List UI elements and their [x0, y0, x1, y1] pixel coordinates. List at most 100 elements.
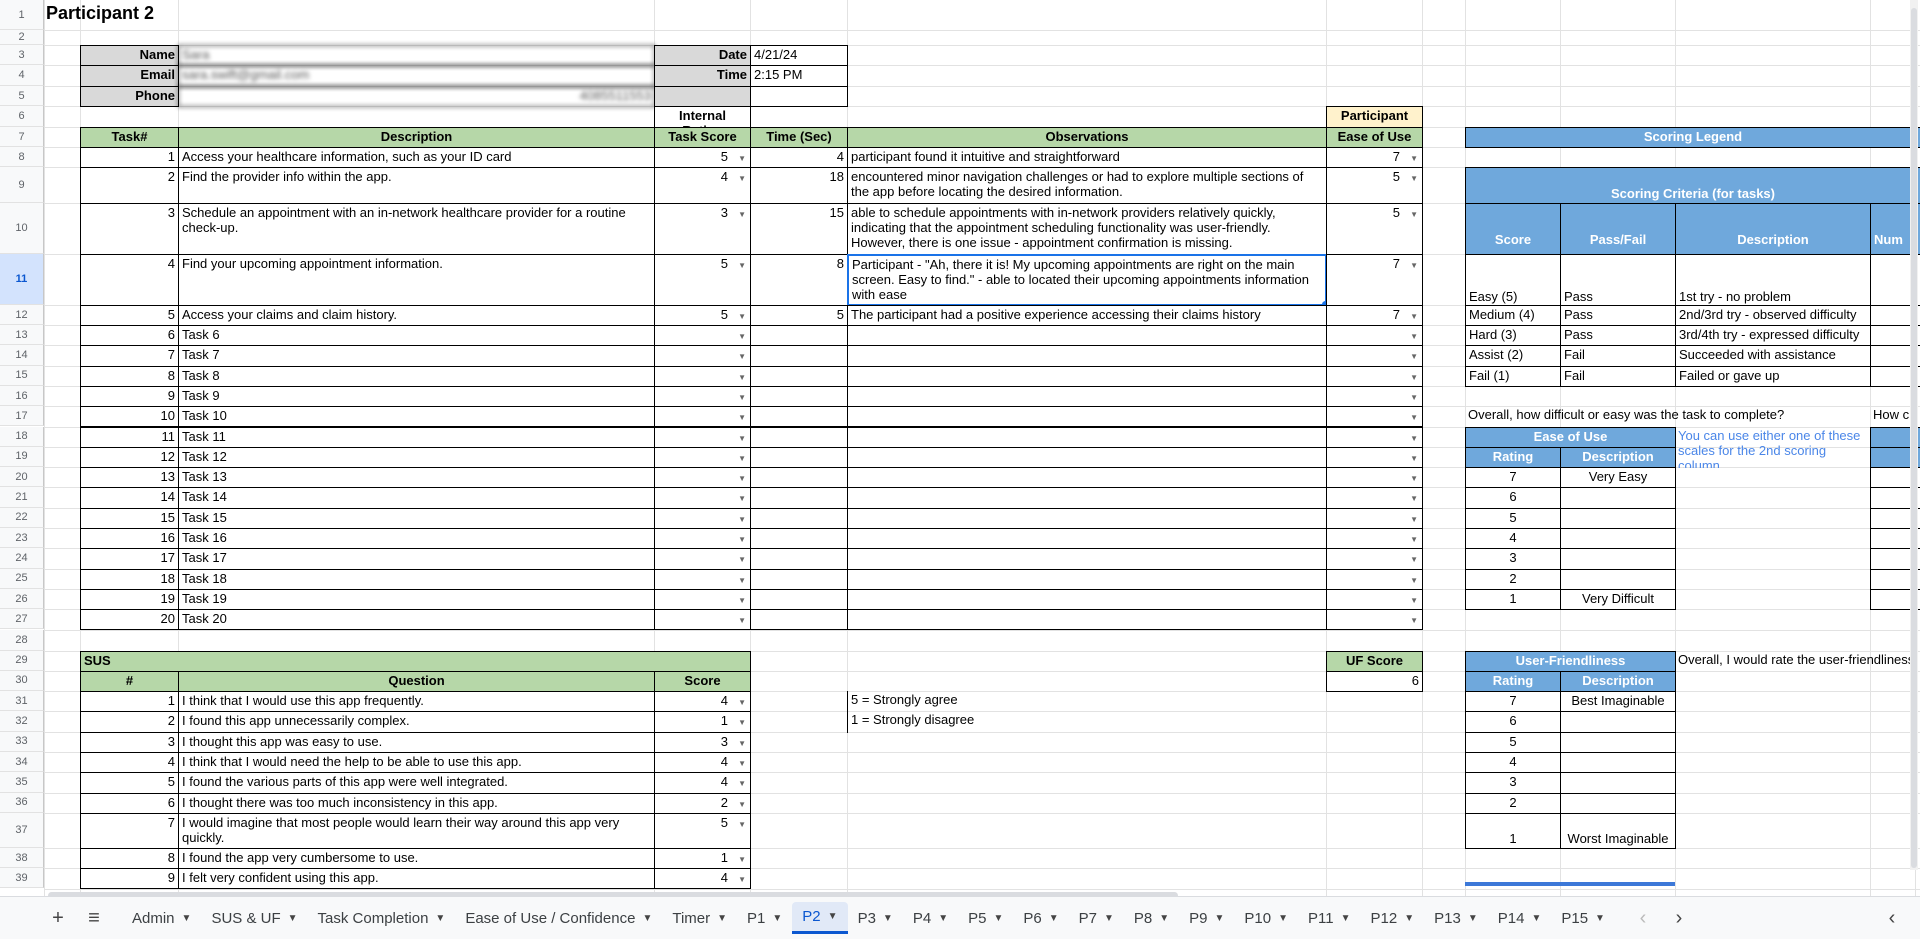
tab-menu-chevron-icon[interactable]: ▼ [938, 913, 948, 924]
row-header[interactable]: 17 [0, 406, 44, 427]
dropdown-chevron-icon[interactable]: ▼ [738, 451, 746, 466]
sheet-tab[interactable]: P6 ▼ [1013, 902, 1068, 934]
dropdown-chevron-icon[interactable]: ▼ [1410, 309, 1418, 324]
row-header[interactable]: 27 [0, 609, 44, 630]
task-observation[interactable] [847, 345, 1327, 367]
ease-score[interactable]: ▼ [1326, 568, 1423, 590]
tab-menu-chevron-icon[interactable]: ▼ [1278, 913, 1288, 924]
dropdown-chevron-icon[interactable]: ▼ [1410, 552, 1418, 567]
row-header[interactable]: 6 [0, 106, 44, 127]
dropdown-chevron-icon[interactable]: ▼ [738, 872, 746, 887]
dropdown-chevron-icon[interactable]: ▼ [738, 258, 746, 273]
row-header[interactable]: 15 [0, 365, 44, 386]
name-value[interactable]: Sara [178, 45, 655, 66]
dropdown-chevron-icon[interactable]: ▼ [1410, 171, 1418, 186]
row-header[interactable]: 3 [0, 45, 44, 65]
task-score[interactable]: ▼ [654, 446, 751, 469]
sheet-tab[interactable]: P3 ▼ [848, 902, 903, 934]
dropdown-chevron-icon[interactable]: ▼ [738, 370, 746, 385]
task-score[interactable]: ▼ [654, 528, 751, 550]
dropdown-chevron-icon[interactable]: ▼ [1410, 431, 1418, 446]
task-observation[interactable] [847, 588, 1327, 611]
tab-menu-chevron-icon[interactable]: ▼ [1595, 913, 1605, 924]
task-time[interactable] [750, 487, 848, 509]
sheet-tab[interactable]: P11 ▼ [1298, 902, 1360, 934]
collapse-sidebar-icon[interactable]: ‹ [1874, 902, 1910, 934]
row-header[interactable]: 26 [0, 588, 44, 610]
row-header[interactable]: 19 [0, 446, 44, 468]
ease-score[interactable]: ▼ [1326, 507, 1423, 529]
row-header[interactable]: 16 [0, 385, 44, 407]
task-score[interactable]: ▼ [654, 507, 751, 529]
row-header[interactable]: 33 [0, 731, 44, 752]
ease-score[interactable]: ▼ [1326, 365, 1423, 387]
task-score[interactable]: ▼ [654, 548, 751, 570]
spreadsheet-grid[interactable]: 1 2 3 4 5 6 7 8 9 10 11 12 13 14 15 16 17 18 19 20 21 22 23 24 2… [0, 0, 1920, 896]
task-score[interactable]: ▼ [654, 385, 751, 408]
row-header[interactable]: 35 [0, 772, 44, 793]
sheet-tab[interactable]: P7 ▼ [1069, 902, 1124, 934]
task-time[interactable]: 15 [750, 203, 848, 255]
dropdown-chevron-icon[interactable]: ▼ [1410, 532, 1418, 547]
task-observation[interactable] [847, 406, 1327, 428]
dropdown-chevron-icon[interactable]: ▼ [738, 207, 746, 222]
task-description[interactable]: Task 6 [178, 325, 655, 347]
task-description[interactable]: Task 10 [178, 406, 655, 428]
task-time[interactable]: 4 [750, 147, 848, 168]
ease-score[interactable]: ▼ [1326, 528, 1423, 550]
sus-score[interactable]: 4 ▼ [654, 691, 751, 713]
ease-score[interactable]: 7 ▼ [1326, 147, 1423, 168]
ease-score[interactable]: ▼ [1326, 406, 1423, 428]
sheet-tab[interactable]: Task Completion ▼ [308, 902, 456, 934]
task-score[interactable]: 5 ▼ [654, 254, 751, 306]
task-description[interactable]: Find the provider info within the app. [178, 167, 655, 204]
task-description[interactable]: Task 7 [178, 345, 655, 367]
row-header[interactable]: 24 [0, 548, 44, 569]
row-header[interactable]: 34 [0, 752, 44, 773]
sheet-tab[interactable]: SUS & UF ▼ [201, 902, 307, 934]
row-header[interactable]: 37 [0, 812, 44, 848]
ease-score[interactable]: ▼ [1326, 446, 1423, 469]
task-score[interactable]: ▼ [654, 467, 751, 489]
tab-menu-chevron-icon[interactable]: ▼ [772, 913, 782, 924]
task-score[interactable]: ▼ [654, 568, 751, 590]
dropdown-chevron-icon[interactable]: ▼ [738, 756, 746, 771]
task-score[interactable]: ▼ [654, 406, 751, 428]
task-time[interactable] [750, 385, 848, 408]
row-header[interactable]: 36 [0, 792, 44, 813]
ease-score[interactable]: ▼ [1326, 385, 1423, 408]
task-description[interactable]: Task 15 [178, 507, 655, 529]
task-observation[interactable] [847, 507, 1327, 529]
tab-menu-chevron-icon[interactable]: ▼ [182, 913, 192, 924]
dropdown-chevron-icon[interactable]: ▼ [1410, 451, 1418, 466]
ease-score[interactable]: ▼ [1326, 467, 1423, 489]
dropdown-chevron-icon[interactable]: ▼ [738, 151, 746, 166]
task-time[interactable] [750, 345, 848, 367]
task-time[interactable] [750, 446, 848, 469]
task-score[interactable]: 5 ▼ [654, 147, 751, 168]
dropdown-chevron-icon[interactable]: ▼ [738, 695, 746, 710]
ease-score[interactable]: ▼ [1326, 548, 1423, 570]
task-observation[interactable] [847, 467, 1327, 489]
task-observation[interactable] [847, 609, 1327, 631]
row-header[interactable]: 1 [0, 0, 44, 30]
row-header[interactable]: 28 [0, 629, 44, 651]
dropdown-chevron-icon[interactable]: ▼ [738, 776, 746, 791]
sheet-tab[interactable]: Ease of Use / Confidence ▼ [455, 902, 662, 934]
dropdown-chevron-icon[interactable]: ▼ [1410, 207, 1418, 222]
row-header[interactable]: 29 [0, 650, 44, 671]
tab-menu-chevron-icon[interactable]: ▼ [435, 913, 445, 924]
sus-score[interactable]: 4 ▼ [654, 752, 751, 774]
task-time[interactable] [750, 426, 848, 448]
add-sheet-icon[interactable]: + [40, 902, 76, 934]
sus-score[interactable]: 5 ▼ [654, 812, 751, 849]
task-time[interactable]: 18 [750, 167, 848, 204]
uf-score-value[interactable]: 6 [1326, 670, 1423, 693]
task-score[interactable]: ▼ [654, 426, 751, 448]
selected-observation-cell[interactable]: Participant - "Ah, there it is! My upcom… [847, 254, 1327, 306]
task-time[interactable] [750, 609, 848, 631]
all-sheets-menu-icon[interactable]: ≡ [76, 902, 112, 934]
task-time[interactable] [750, 528, 848, 550]
task-score[interactable]: 4 ▼ [654, 167, 751, 204]
row-header[interactable]: 9 [0, 167, 44, 203]
